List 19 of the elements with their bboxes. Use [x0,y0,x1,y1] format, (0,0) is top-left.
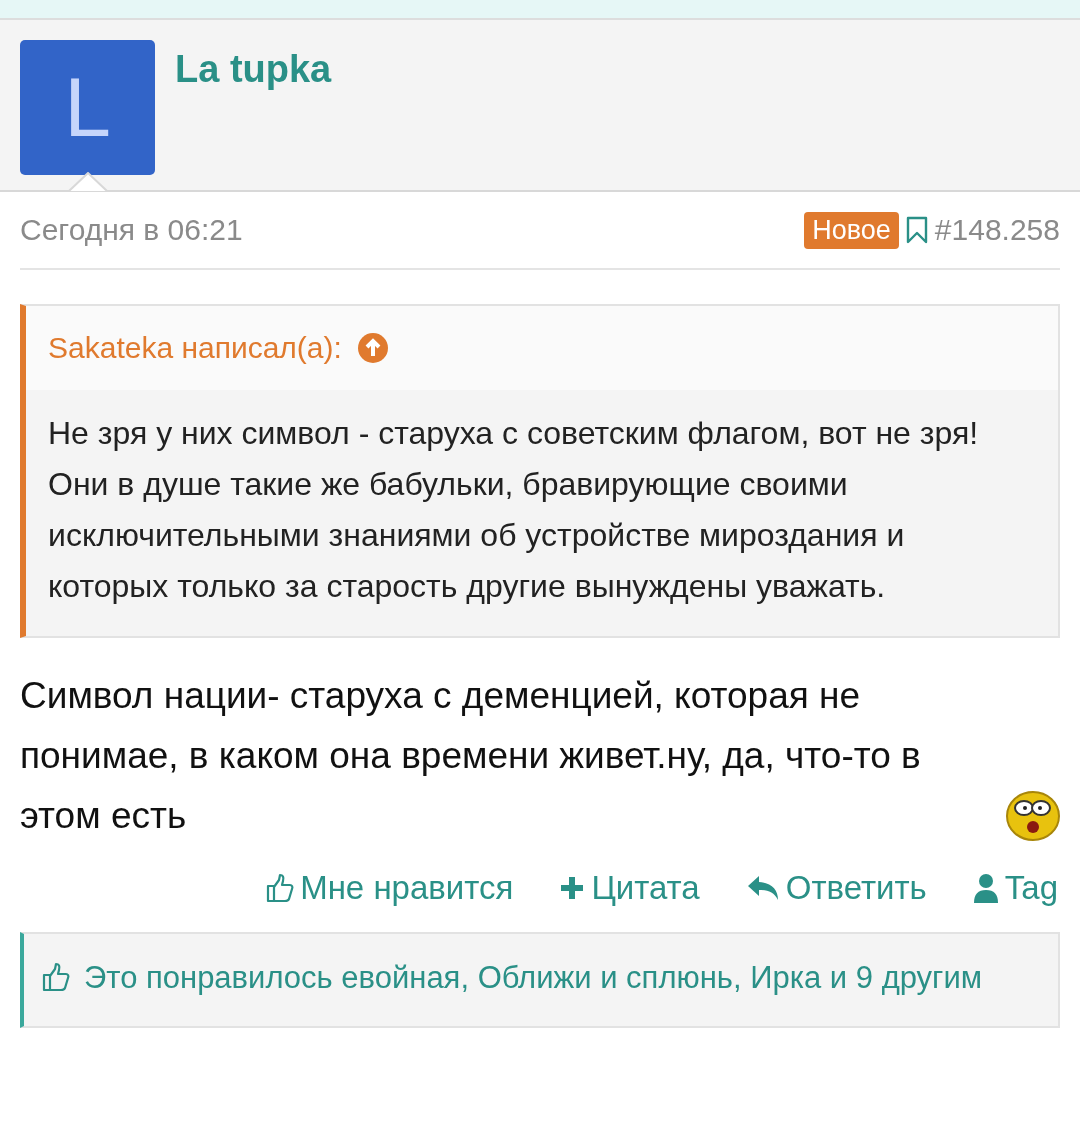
plus-icon [559,875,586,901]
tag-link[interactable]: Tag [972,869,1058,907]
thumbs-up-icon [42,962,70,992]
post-number[interactable]: #148.258 [934,213,1060,247]
thumbs-up-icon [266,873,295,903]
quote-text: Не зря у них символ - старуха с советским флагом, вот не зря! Они в душе такие же бабульки, бравирующие своими исключительными знаниями об устройстве мироздания и которых только за старость другие вынуждены уважать. [47,414,980,606]
arrow-up-icon[interactable] [357,333,388,363]
new-badge: Новое [804,211,899,249]
user-icon [972,873,999,903]
bookmark-icon[interactable] [904,216,929,244]
quote-link[interactable]: Цитата [559,869,700,907]
reply-link[interactable]: Ответить [745,869,927,907]
avatar[interactable]: L [20,40,155,175]
surprised-smiley-icon [1006,791,1060,841]
quote-author[interactable]: Sakateka написал(а): [48,331,342,365]
post-date[interactable]: Сегодня в 06:21 [20,213,805,247]
author-name[interactable]: La tupka [175,48,332,92]
like-link[interactable]: Мне нравится [266,869,514,907]
message-text: Символ нации- старуха с деменцией, которая не понимае, в каком она времени живет.ну, да, что-то в этом есть [20,674,922,838]
